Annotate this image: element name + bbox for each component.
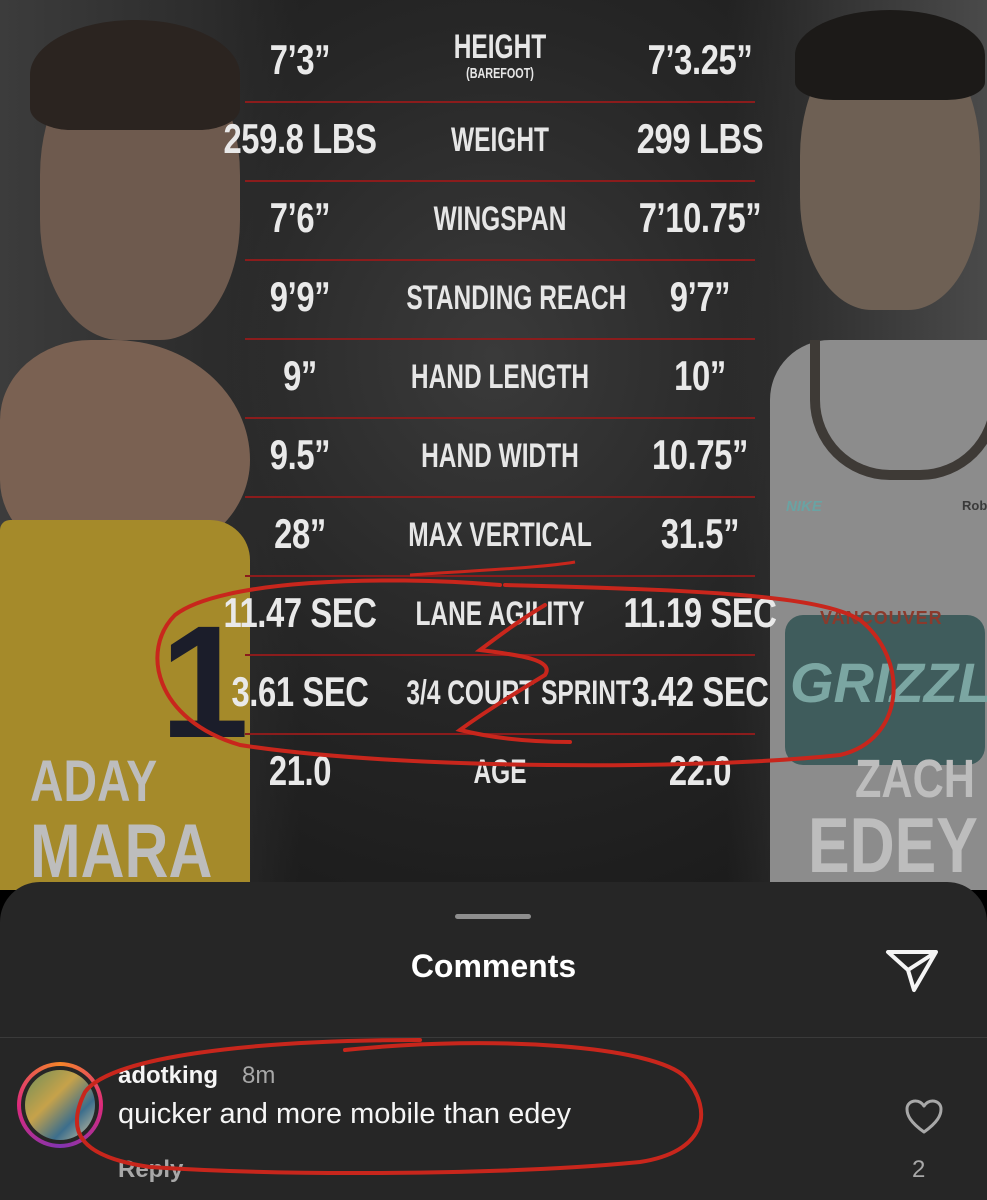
reply-button[interactable]: Reply: [118, 1156, 183, 1184]
stat-label: HAND LENGTH: [406, 358, 593, 397]
stat-left-value: 7’3”: [269, 36, 331, 83]
paper-plane-icon[interactable]: [884, 944, 940, 996]
team-logo-wordmark: GRIZZLI: [790, 651, 987, 714]
stat-label: MAX VERTICAL: [406, 516, 593, 555]
jersey-sponsor: Rob: [962, 498, 987, 513]
stat-left-value: 3.61 SEC: [231, 668, 369, 715]
stat-left-value: 28”: [274, 510, 326, 557]
comment-username[interactable]: adotking: [118, 1062, 218, 1090]
stat-label-text: WINGSPAN: [433, 200, 567, 238]
stat-right-value: 31.5”: [660, 510, 740, 557]
stat-row: 3.61 SEC 3/4 COURT SPRINT 3.42 SEC: [200, 654, 800, 735]
stat-row: 9.5” HAND WIDTH 10.75”: [200, 417, 800, 498]
stat-right-value: 10.75”: [651, 431, 749, 478]
stat-label-text: HEIGHT: [453, 28, 547, 66]
sheet-divider: [0, 1037, 987, 1038]
stat-row: 9’9” STANDING REACH 9’7”: [200, 259, 800, 340]
stat-left-value: 9’9”: [269, 273, 331, 320]
stat-right-value: 9’7”: [669, 273, 731, 320]
comment-item: adotking 8m quicker and more mobile than…: [0, 1052, 987, 1200]
stat-label-text: WEIGHT: [451, 121, 549, 159]
stat-right-value: 3.42 SEC: [631, 668, 769, 715]
player-right-collar: [810, 340, 987, 480]
avatar: [25, 1070, 95, 1140]
stat-left-value: 259.8 LBS: [223, 115, 377, 162]
team-logo-text: VANCOUVER: [820, 608, 943, 628]
player-left-last-name: MARA: [30, 809, 213, 890]
stat-label-text: AGE: [473, 753, 527, 791]
player-right-last-name: EDEY: [808, 801, 978, 889]
stat-label: 3/4 COURT SPRINT: [406, 674, 630, 713]
comment-text: quicker and more mobile than edey: [118, 1098, 571, 1130]
stat-row: 11.47 SEC LANE AGILITY 11.19 SEC: [200, 575, 800, 656]
stat-row: 7’3” HEIGHT (BAREFOOT) 7’3.25”: [200, 22, 800, 103]
stat-left-value: 9.5”: [269, 431, 331, 478]
stat-label: AGE: [406, 753, 593, 792]
like-count: 2: [912, 1156, 926, 1183]
stat-row: 28” MAX VERTICAL 31.5”: [200, 496, 800, 577]
comments-sheet: Comments adotking 8m quicker and more mo…: [0, 882, 987, 1200]
sheet-drag-handle[interactable]: [455, 914, 531, 919]
stat-row: 21.0 AGE 22.0: [200, 733, 800, 813]
player-right-hair: [795, 10, 985, 100]
stat-right-value: 7’3.25”: [647, 36, 753, 83]
stat-row: 259.8 LBS WEIGHT 299 LBS: [200, 101, 800, 182]
stat-right-value: 10”: [674, 352, 726, 399]
stat-label-text: STANDING REACH: [406, 279, 627, 317]
comment-timestamp: 8m: [242, 1062, 276, 1089]
stat-label: WEIGHT: [406, 121, 593, 160]
stat-right-value: 7’10.75”: [638, 194, 762, 241]
stat-label-text: LANE AGILITY: [415, 595, 585, 633]
sheet-title: Comments: [410, 948, 577, 984]
stat-left-value: 7’6”: [269, 194, 331, 241]
stat-row: 9” HAND LENGTH 10”: [200, 338, 800, 419]
stat-row: 7’6” WINGSPAN 7’10.75”: [200, 180, 800, 261]
heart-outline-icon[interactable]: [904, 1098, 944, 1136]
stat-label: STANDING REACH: [406, 279, 626, 318]
stat-left-value: 21.0: [268, 747, 332, 794]
stat-right-value: 22.0: [668, 747, 732, 794]
stat-right-value: 299 LBS: [636, 115, 764, 162]
stat-label-text: 3/4 COURT SPRINT: [406, 674, 631, 712]
stat-right-value: 11.19 SEC: [623, 589, 777, 636]
stat-label: LANE AGILITY: [406, 595, 593, 634]
post-image: 1 NIKE Rob VANCOUVER GRIZZLI 7’3” HEIGHT(…: [0, 0, 987, 890]
stat-label: WINGSPAN: [406, 200, 593, 239]
stat-label-text: HAND LENGTH: [410, 358, 590, 396]
stat-label-text: MAX VERTICAL: [408, 516, 592, 554]
stat-left-value: 11.47 SEC: [223, 589, 377, 636]
player-left-first-name: ADAY: [30, 749, 158, 814]
stat-left-value: 9”: [283, 352, 317, 399]
stat-label: HEIGHT (BAREFOOT): [406, 28, 593, 82]
stat-label: HAND WIDTH: [406, 437, 593, 476]
stat-sublabel: (BAREFOOT): [466, 65, 534, 82]
stat-label-text: HAND WIDTH: [421, 437, 579, 475]
avatar-story-ring[interactable]: [17, 1062, 103, 1148]
